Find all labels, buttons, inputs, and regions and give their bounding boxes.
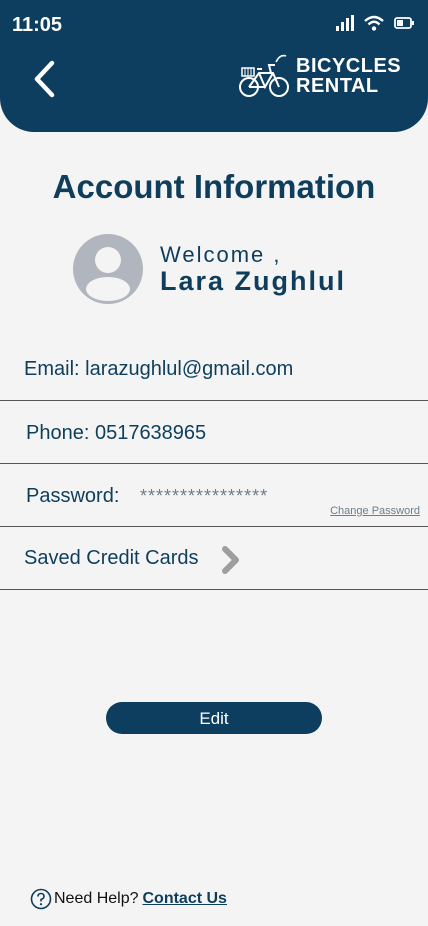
password-label: Password: — [26, 485, 120, 507]
help-section: Need Help? Contact Us — [30, 888, 227, 910]
password-row: Password: **************** Change Passwo… — [0, 464, 428, 527]
chevron-right-icon — [222, 546, 239, 574]
status-time: 11:05 — [12, 14, 63, 36]
saved-credit-cards-row[interactable]: Saved Credit Cards — [0, 527, 428, 590]
email-row: Email: larazughlul@gmail.com — [0, 338, 428, 401]
battery-icon — [394, 17, 414, 29]
help-prompt: Need Help? — [54, 890, 139, 907]
app-header: 11:05 BICYCLES RENTAL — [0, 0, 428, 132]
logo-wordmark: BICYCLES RENTAL — [296, 56, 401, 96]
back-arrow-icon[interactable] — [30, 58, 58, 100]
logo-line-2: RENTAL — [296, 75, 379, 97]
bicycle-icon — [239, 54, 289, 97]
email-field: Email: larazughlul@gmail.com — [24, 358, 294, 380]
wifi-icon — [364, 15, 384, 31]
contact-us-link[interactable]: Contact Us — [143, 890, 227, 908]
avatar — [73, 234, 143, 304]
bicycles-rental-logo: BICYCLES RENTAL — [238, 54, 414, 100]
welcome-text: Welcome , — [160, 242, 282, 267]
help-icon — [30, 888, 52, 910]
signal-icon — [336, 15, 354, 31]
phone-field: Phone: 0517638965 — [26, 422, 207, 444]
password-value: **************** — [140, 486, 269, 506]
change-password-link[interactable]: Change Password — [330, 505, 420, 517]
page-title: Account Information — [52, 168, 376, 205]
edit-button[interactable]: Edit — [106, 702, 322, 734]
user-name: Lara Zughlul — [160, 266, 346, 296]
phone-row: Phone: 0517638965 — [0, 401, 428, 464]
saved-credit-cards-label: Saved Credit Cards — [24, 547, 199, 569]
status-icons — [336, 14, 414, 32]
logo-line-1: BICYCLES — [296, 55, 402, 77]
